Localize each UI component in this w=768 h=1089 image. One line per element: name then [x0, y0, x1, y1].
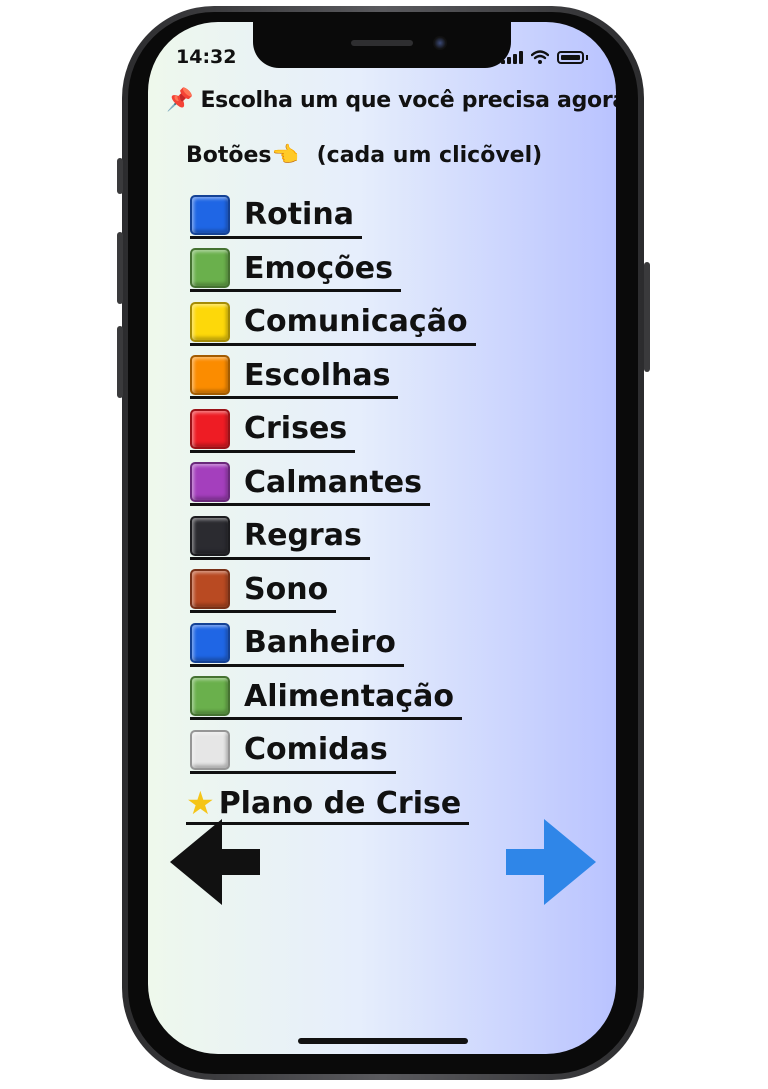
blue-square-icon: [190, 622, 230, 663]
category-button-rotina[interactable]: Rotina: [190, 194, 362, 239]
volume-up-button: [117, 232, 123, 304]
instruction-subheading: Botões👈 (cada um clicõvel): [186, 143, 542, 168]
category-button-escolhas[interactable]: Escolhas: [190, 355, 399, 400]
battery-tip: [586, 55, 588, 60]
mute-switch: [117, 158, 123, 194]
category-label: Escolhas: [244, 357, 391, 393]
list-item: Comidas: [190, 725, 476, 779]
subheading-prefix: Botões: [186, 143, 272, 168]
category-button-emocoes[interactable]: Emoções: [190, 248, 401, 293]
blue-square-icon: [190, 194, 230, 235]
category-button-banheiro[interactable]: Banheiro: [190, 622, 404, 667]
earpiece-speaker: [351, 40, 413, 46]
category-button-crises[interactable]: Crises: [190, 408, 356, 453]
red-square-icon: [190, 408, 230, 449]
category-button-calmantes[interactable]: Calmantes: [190, 462, 430, 507]
category-label: Banheiro: [244, 625, 396, 661]
subheading-suffix: (cada um clicõvel): [316, 143, 543, 168]
list-item: Crises: [190, 404, 476, 458]
category-label: Alimentação: [244, 678, 454, 714]
category-label: Sono: [244, 571, 329, 607]
category-button-comunicacao[interactable]: Comunicação: [190, 301, 476, 346]
category-list: Rotina Emoções Comunicação Escolhas Cris…: [186, 190, 476, 832]
notch: [253, 22, 511, 68]
category-label: Calmantes: [244, 464, 422, 500]
list-item: Regras: [190, 511, 476, 565]
black-square-icon: [190, 515, 230, 556]
green-square-icon: [190, 676, 230, 717]
next-arrow-shape: [506, 819, 596, 905]
volume-down-button: [117, 326, 123, 398]
list-item: Emoções: [190, 244, 476, 298]
category-button-alimentacao[interactable]: Alimentação: [190, 676, 462, 721]
green-square-icon: [190, 248, 230, 289]
back-arrow-icon[interactable]: [170, 819, 262, 905]
list-item: Sono: [190, 565, 476, 619]
category-label: Rotina: [244, 197, 354, 233]
list-item: Comunicação: [190, 297, 476, 351]
power-button: [644, 262, 650, 372]
purple-square-icon: [190, 462, 230, 503]
category-label: Emoções: [244, 250, 393, 286]
crisis-plan-label: Plano de Crise: [218, 785, 462, 821]
category-label: Comunicação: [244, 304, 468, 340]
list-item: Calmantes: [190, 458, 476, 512]
category-button-regras[interactable]: Regras: [190, 515, 370, 560]
category-label: Crises: [244, 411, 348, 447]
category-button-sono[interactable]: Sono: [190, 569, 337, 614]
brown-square-icon: [190, 569, 230, 610]
screen: 14:32 📌 Escolha um que você precisa agor…: [148, 22, 616, 1054]
front-camera: [433, 36, 447, 50]
pointing-hand-icon: 👈: [271, 143, 299, 168]
wifi-icon: [531, 50, 549, 64]
yellow-square-icon: [190, 301, 230, 342]
list-item: Rotina: [190, 190, 476, 244]
pin-icon: 📌: [166, 88, 194, 113]
category-button-comidas[interactable]: Comidas: [190, 729, 396, 774]
star-icon: ★: [186, 784, 215, 823]
status-time: 14:32: [176, 46, 237, 68]
status-icons: [501, 50, 588, 64]
list-item: Escolhas: [190, 351, 476, 405]
signal-icon: [501, 51, 523, 64]
heading-text: Escolha um que você precisa agora: [200, 88, 616, 113]
next-arrow-icon[interactable]: [504, 819, 596, 905]
home-indicator: [298, 1038, 468, 1044]
category-label: Regras: [244, 518, 362, 554]
list-item: Banheiro: [190, 618, 476, 672]
list-item: Alimentação: [190, 672, 476, 726]
battery-icon: [557, 51, 584, 64]
instruction-heading: 📌 Escolha um que você precisa agora: [166, 88, 616, 113]
category-label: Comidas: [244, 732, 388, 768]
orange-square-icon: [190, 355, 230, 396]
white-square-icon: [190, 729, 230, 770]
back-arrow-shape: [170, 819, 260, 905]
